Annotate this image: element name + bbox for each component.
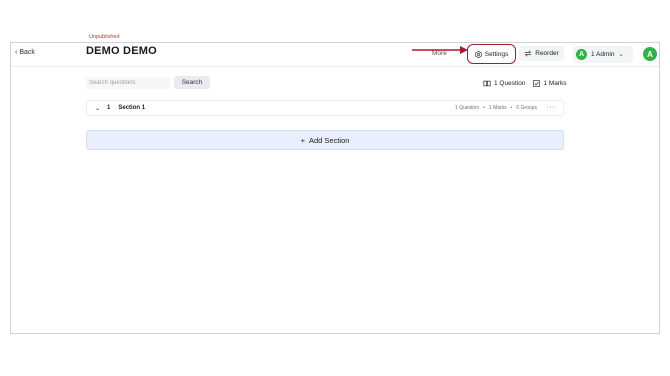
page-title: DEMO DEMO: [86, 45, 157, 57]
search-input[interactable]: [86, 77, 170, 89]
book-icon: [483, 80, 491, 87]
section-groups: 0 Groups: [516, 105, 537, 111]
status-badge: Unpublished: [89, 34, 120, 40]
add-section-label: Add Section: [308, 135, 350, 145]
section-meta: 1 Question • 1 Marks • 0 Groups: [455, 105, 537, 111]
search-button[interactable]: Search: [174, 76, 210, 89]
annotation-arrow-icon: [412, 46, 468, 54]
section-questions: 1 Question: [454, 105, 480, 111]
question-count: 1 Question: [483, 80, 525, 87]
admin-avatar: A: [576, 49, 587, 60]
assessment-stats: 1 Question 1 Marks: [483, 80, 567, 87]
chevron-down-icon[interactable]: ⌄: [95, 105, 100, 112]
more-options-icon[interactable]: ···: [547, 104, 556, 111]
section-row[interactable]: ⌄ 1 Section 1 1 Question • 1 Marks • 0 G…: [86, 100, 564, 116]
separator-dot: •: [510, 105, 513, 111]
admin-label: 1 Admin: [591, 51, 615, 58]
settings-label: Settings: [484, 50, 509, 58]
back-button[interactable]: ‹ Back: [15, 49, 35, 56]
reorder-icon: [524, 50, 532, 57]
section-marks: 1 Marks: [488, 105, 507, 111]
separator-dot: •: [483, 105, 485, 111]
section-name: Section 1: [118, 105, 146, 111]
gear-icon: [475, 50, 482, 58]
user-avatar[interactable]: A: [643, 47, 657, 61]
search-button-label: Search: [181, 79, 203, 86]
checkbox-icon: [533, 80, 541, 87]
plus-icon: +: [300, 135, 305, 145]
question-count-label: 1 Question: [494, 80, 526, 87]
marks-count: 1 Marks: [533, 80, 567, 87]
settings-button[interactable]: Settings: [467, 44, 516, 64]
section-number: 1: [107, 105, 111, 111]
add-section-button[interactable]: + Add Section: [86, 130, 564, 150]
back-label: Back: [19, 49, 35, 56]
marks-count-label: 1 Marks: [543, 80, 567, 87]
chevron-down-icon: ⌄: [618, 52, 624, 58]
reorder-label: Reorder: [535, 50, 559, 57]
chevron-left-icon: ‹: [15, 49, 18, 56]
admin-selector[interactable]: A 1 Admin ⌄: [573, 46, 633, 63]
reorder-button[interactable]: Reorder: [519, 46, 564, 61]
